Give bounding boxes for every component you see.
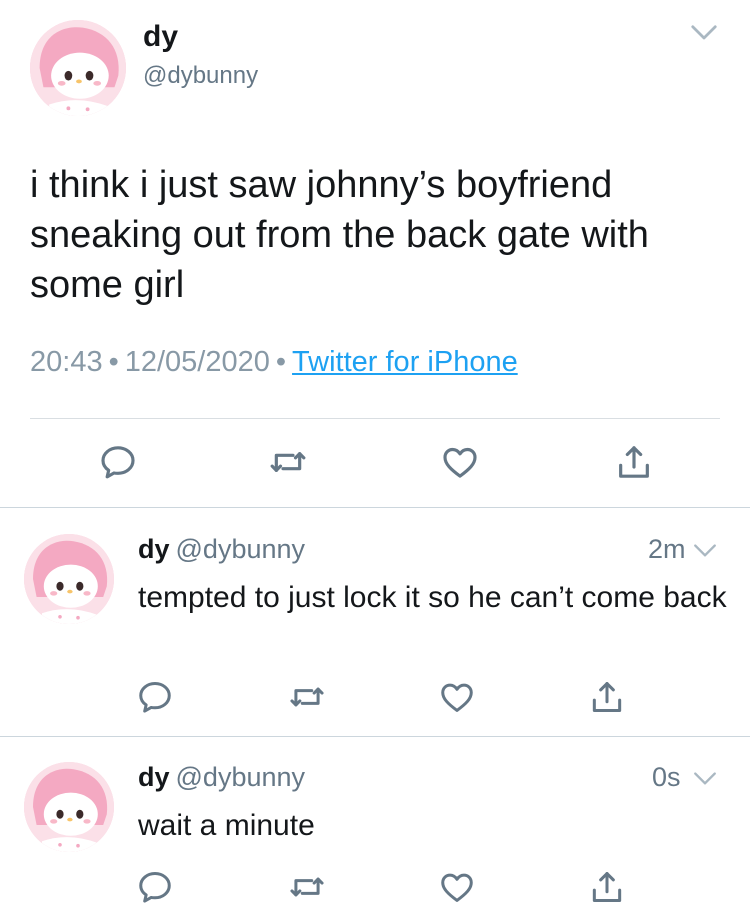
chevron-down-icon[interactable] — [686, 18, 722, 48]
chevron-down-icon[interactable] — [690, 766, 720, 792]
divider — [0, 507, 750, 508]
reply-icon[interactable] — [136, 868, 174, 906]
heart-icon[interactable] — [440, 442, 480, 482]
tweet-source-link[interactable]: Twitter for iPhone — [292, 346, 518, 378]
reply-icon[interactable] — [98, 442, 138, 482]
tweet-meta: 20:43 • 12/05/2020 • Twitter for iPhone — [30, 346, 518, 379]
user-handle[interactable]: @dybunny — [176, 762, 306, 792]
meta-separator: • — [275, 346, 287, 378]
reply-text: wait a minute — [138, 809, 315, 842]
user-handle[interactable]: @dybunny — [176, 534, 306, 564]
tweet-time: 20:43 — [30, 346, 103, 378]
reply-timestamp: 2m — [648, 534, 686, 564]
share-icon[interactable] — [588, 678, 626, 716]
reply-header: dy @dybunny — [138, 534, 305, 565]
divider — [0, 736, 750, 737]
user-handle[interactable]: @dybunny — [143, 62, 258, 90]
display-name[interactable]: dy — [138, 534, 170, 564]
share-icon[interactable] — [614, 442, 654, 482]
tweet-date: 12/05/2020 — [124, 346, 270, 378]
tweet-text: i think i just saw johnny’s boyfriend sn… — [30, 164, 649, 306]
reply-header: dy @dybunny — [138, 762, 305, 793]
avatar[interactable] — [24, 762, 114, 852]
reply-icon[interactable] — [136, 678, 174, 716]
heart-icon[interactable] — [438, 678, 476, 716]
chevron-down-icon[interactable] — [690, 538, 720, 564]
display-name[interactable]: dy — [138, 762, 170, 792]
reply-text: tempted to just lock it so he can’t come… — [138, 581, 727, 614]
retweet-icon[interactable] — [288, 678, 326, 716]
divider — [30, 418, 720, 419]
share-icon[interactable] — [588, 868, 626, 906]
meta-separator: • — [108, 346, 119, 378]
avatar[interactable] — [30, 20, 126, 116]
heart-icon[interactable] — [438, 868, 476, 906]
display-name[interactable]: dy — [143, 20, 178, 54]
retweet-icon[interactable] — [288, 868, 326, 906]
reply-timestamp: 0s — [652, 762, 681, 792]
avatar[interactable] — [24, 534, 114, 624]
retweet-icon[interactable] — [268, 442, 308, 482]
